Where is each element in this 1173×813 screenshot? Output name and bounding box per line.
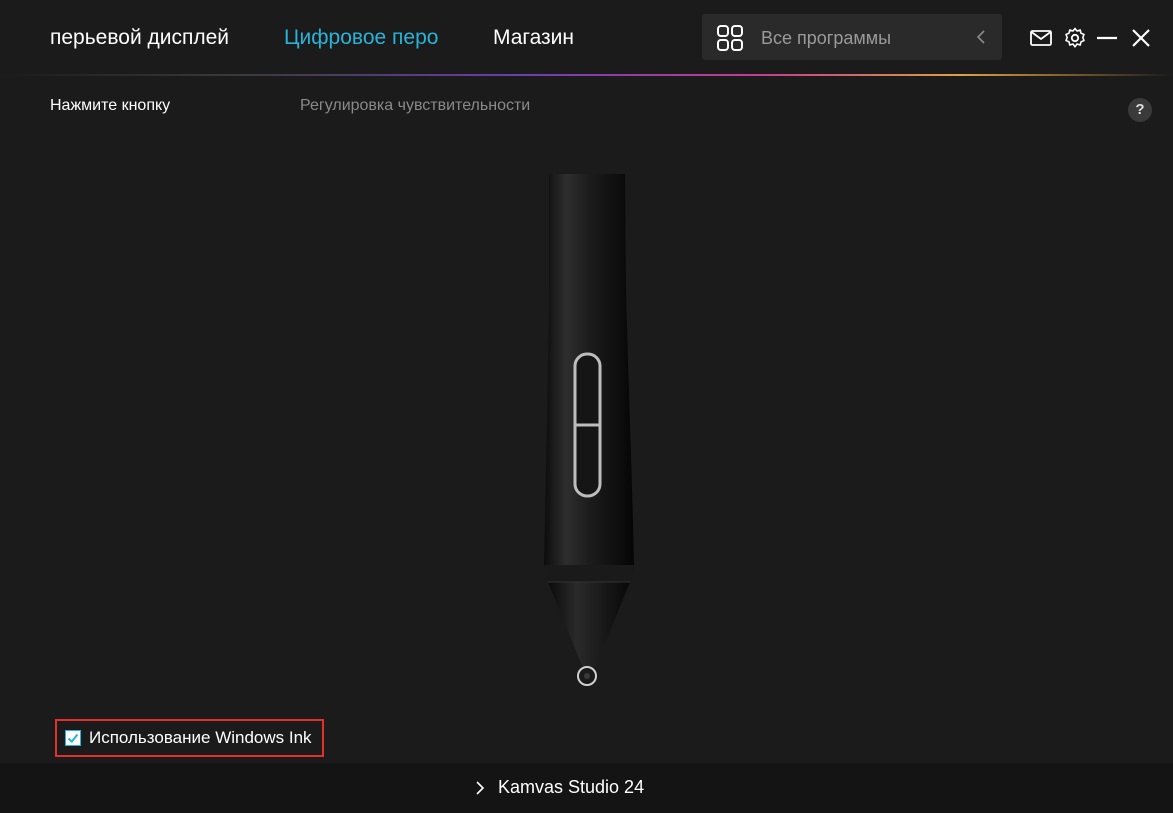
windows-ink-option[interactable]: Использование Windows Ink — [55, 719, 324, 757]
apps-grid-icon — [717, 25, 743, 51]
chevron-left-icon[interactable] — [974, 28, 988, 46]
help-button[interactable]: ? — [1128, 98, 1152, 122]
all-programs-selector[interactable]: Все программы — [702, 14, 1002, 60]
windows-ink-label: Использование Windows Ink — [89, 728, 312, 747]
tab-store[interactable]: Магазин — [493, 26, 574, 50]
device-footer: Kamvas Studio 24 — [0, 763, 1173, 813]
header-divider — [0, 74, 1173, 76]
close-icon[interactable] — [1129, 26, 1153, 50]
digital-pen-image — [544, 174, 634, 686]
checkmark-icon — [67, 733, 79, 743]
tab-pen-display[interactable]: перьевой дисплей — [50, 26, 229, 50]
device-name: Kamvas Studio 24 — [498, 777, 645, 797]
chevron-right-icon — [476, 781, 485, 795]
minimize-icon[interactable] — [1095, 26, 1119, 50]
subtab-sensitivity[interactable]: Регулировка чувствительности — [300, 97, 530, 115]
tab-digital-pen[interactable]: Цифровое перо — [284, 26, 438, 50]
subtab-press-button[interactable]: Нажмите кнопку — [50, 97, 170, 115]
mail-icon[interactable] — [1029, 26, 1053, 50]
gear-icon[interactable] — [1063, 26, 1087, 50]
windows-ink-checkbox[interactable] — [65, 730, 81, 746]
all-programs-label: Все программы — [761, 28, 892, 48]
top-bar: перьевой дисплей Цифровое перо Магазин В… — [0, 0, 1173, 74]
